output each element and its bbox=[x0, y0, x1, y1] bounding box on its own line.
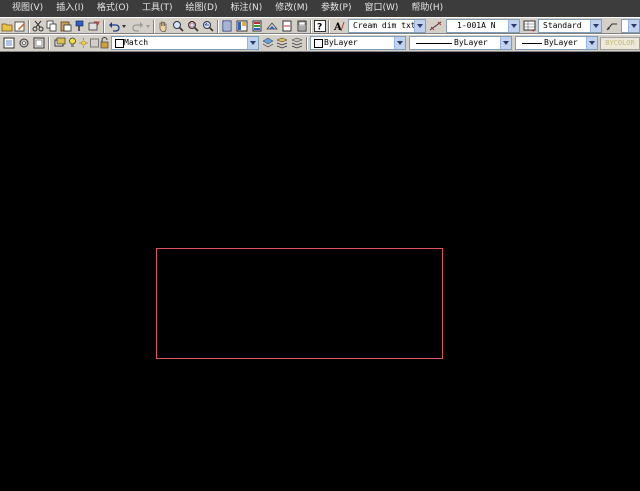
multileader-style-icon[interactable] bbox=[605, 20, 619, 32]
lineweight-select[interactable]: ByLayer bbox=[515, 36, 598, 50]
menu-parameters[interactable]: 参数(P) bbox=[316, 0, 359, 17]
standard-toolbar: ? A Cream dim txt 1-001A N Standard bbox=[0, 17, 640, 34]
properties-icon[interactable] bbox=[221, 20, 233, 32]
chevron-down-icon[interactable] bbox=[500, 37, 511, 49]
viewport-freeze-icon[interactable] bbox=[90, 37, 99, 49]
layer-properties-manager-icon[interactable] bbox=[54, 37, 66, 49]
layer-settings-icon[interactable] bbox=[18, 37, 30, 49]
layers-properties-toolbar: Match ByLayer ByLayer ByLayer BYCOLOR bbox=[0, 34, 640, 52]
dimension-style-icon[interactable] bbox=[429, 20, 443, 32]
menu-tools[interactable]: 工具(T) bbox=[137, 0, 181, 17]
redo-dropdown-icon[interactable] bbox=[145, 20, 151, 32]
zoom-window-icon[interactable] bbox=[187, 20, 199, 32]
table-style-select[interactable]: Standard bbox=[538, 19, 602, 33]
layer-previous-stack-icon[interactable] bbox=[276, 37, 288, 49]
tool-palettes-icon[interactable] bbox=[251, 20, 263, 32]
undo-icon[interactable] bbox=[108, 20, 120, 32]
markup-icon[interactable] bbox=[281, 20, 293, 32]
chevron-down-icon[interactable] bbox=[508, 20, 519, 32]
chevron-down-icon[interactable] bbox=[394, 37, 405, 49]
chevron-down-icon[interactable] bbox=[590, 20, 601, 32]
lightbulb-icon[interactable] bbox=[68, 37, 77, 49]
sheet-set-manager-icon[interactable] bbox=[266, 20, 278, 32]
text-style-icon[interactable]: A bbox=[333, 20, 345, 32]
linetype-value: ByLayer bbox=[454, 38, 488, 47]
menu-format[interactable]: 格式(O) bbox=[92, 0, 137, 17]
zoom-realtime-icon[interactable] bbox=[172, 20, 184, 32]
linetype-preview bbox=[416, 43, 452, 44]
color-select[interactable]: ByLayer bbox=[310, 36, 406, 50]
copy-icon[interactable] bbox=[46, 20, 58, 32]
pan-icon[interactable] bbox=[157, 20, 169, 32]
multileader-style-select[interactable] bbox=[621, 19, 640, 33]
color-value: ByLayer bbox=[324, 38, 358, 47]
chevron-down-icon[interactable] bbox=[247, 37, 258, 49]
dimension-style-value: 1-001A N bbox=[457, 21, 496, 30]
drawn-rectangle[interactable] bbox=[156, 248, 443, 359]
dimension-style-select[interactable]: 1-001A N bbox=[446, 19, 520, 33]
lineweight-value: ByLayer bbox=[544, 38, 578, 47]
menu-bar: 视图(V) 插入(I) 格式(O) 工具(T) 绘图(D) 标注(N) 修改(M… bbox=[0, 0, 640, 18]
make-object-layer-current-icon[interactable] bbox=[262, 37, 274, 49]
layer-walk-icon[interactable] bbox=[291, 37, 303, 49]
menu-view[interactable]: 视图(V) bbox=[0, 0, 51, 17]
menu-help[interactable]: 帮助(H) bbox=[406, 0, 451, 17]
sun-icon[interactable] bbox=[79, 37, 88, 49]
status-bar bbox=[0, 485, 640, 491]
drawing-area[interactable] bbox=[0, 52, 640, 485]
match-properties-icon[interactable] bbox=[74, 20, 86, 32]
menu-dimension[interactable]: 标注(N) bbox=[225, 0, 270, 17]
plot-style-select[interactable]: BYCOLOR bbox=[600, 37, 640, 50]
layer-previous-icon[interactable] bbox=[33, 37, 45, 49]
chevron-down-icon[interactable] bbox=[586, 37, 597, 49]
open-icon[interactable] bbox=[1, 20, 13, 32]
layer-select[interactable]: Match bbox=[111, 36, 259, 50]
table-style-value: Standard bbox=[543, 21, 582, 30]
layer-color-swatch bbox=[115, 39, 124, 48]
menu-insert[interactable]: 插入(I) bbox=[51, 0, 92, 17]
menu-draw[interactable]: 绘图(D) bbox=[181, 0, 226, 17]
menu-window[interactable]: 窗口(W) bbox=[359, 0, 406, 17]
lineweight-preview bbox=[522, 43, 542, 44]
layer-value: Match bbox=[124, 38, 149, 47]
chevron-down-icon[interactable] bbox=[628, 20, 639, 32]
help-icon[interactable]: ? bbox=[314, 20, 326, 32]
text-style-value: Cream dim txt bbox=[353, 21, 416, 30]
text-style-select[interactable]: Cream dim txt bbox=[348, 19, 426, 33]
zoom-previous-icon[interactable] bbox=[202, 20, 214, 32]
layer-states-icon[interactable] bbox=[3, 37, 15, 49]
calculator-icon[interactable] bbox=[296, 20, 308, 32]
edit-icon[interactable] bbox=[14, 20, 26, 32]
menu-modify[interactable]: 修改(M) bbox=[270, 0, 316, 17]
lock-icon[interactable] bbox=[100, 37, 109, 49]
undo-dropdown-icon[interactable] bbox=[121, 20, 127, 32]
svg-text:?: ? bbox=[317, 23, 322, 33]
paste-icon[interactable] bbox=[60, 20, 72, 32]
color-swatch bbox=[314, 39, 323, 48]
block-editor-icon[interactable] bbox=[88, 20, 100, 32]
cut-icon[interactable] bbox=[32, 20, 44, 32]
redo-icon[interactable] bbox=[132, 20, 144, 32]
linetype-select[interactable]: ByLayer bbox=[409, 36, 512, 50]
table-style-icon[interactable] bbox=[523, 20, 537, 32]
chevron-down-icon[interactable] bbox=[414, 20, 425, 32]
design-center-icon[interactable] bbox=[236, 20, 248, 32]
